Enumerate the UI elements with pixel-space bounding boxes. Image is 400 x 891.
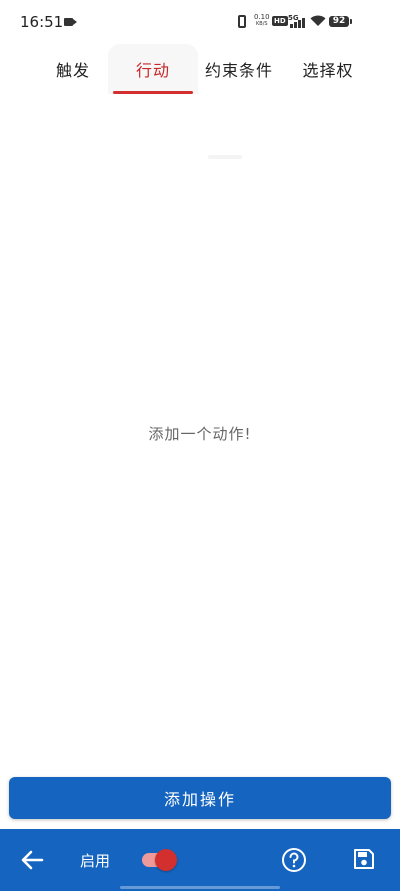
tab-constraints[interactable]: 约束条件 (200, 44, 278, 94)
placeholder-divider (208, 155, 242, 159)
vibrate-icon (238, 15, 246, 28)
battery-icon: 92 (329, 16, 352, 27)
home-indicator (120, 886, 280, 889)
video-camera-icon (64, 18, 77, 26)
status-bar: 16:51 0.10 KB/S HD 5G 92 (0, 0, 400, 44)
bottom-bar: 启用 (0, 829, 400, 891)
tab-trigger[interactable]: 触发 (40, 44, 106, 94)
tab-bar: 触发 行动 约束条件 选择权 (0, 44, 400, 94)
net-speed-unit: KB/S (256, 21, 268, 27)
enable-toggle[interactable] (140, 848, 180, 872)
active-tab-indicator (113, 91, 193, 94)
wifi-icon (310, 15, 326, 26)
empty-state-message: 添加一个动作! (148, 425, 252, 443)
net-speed: 0.10 KB/S (254, 14, 270, 28)
signal-icon: 5G (288, 14, 306, 28)
toggle-thumb (155, 849, 177, 871)
enable-label: 启用 (80, 852, 111, 870)
tab-action[interactable]: 行动 (108, 44, 198, 94)
tab-options[interactable]: 选择权 (294, 44, 362, 94)
help-circle-icon[interactable] (281, 847, 307, 873)
save-floppy-icon[interactable] (352, 847, 376, 871)
hd-badge: HD (272, 16, 288, 26)
status-time: 16:51 (20, 13, 64, 31)
arrow-left-icon[interactable] (18, 846, 46, 874)
add-action-button[interactable]: 添加操作 (9, 777, 391, 819)
net-speed-value: 0.10 (254, 13, 270, 21)
